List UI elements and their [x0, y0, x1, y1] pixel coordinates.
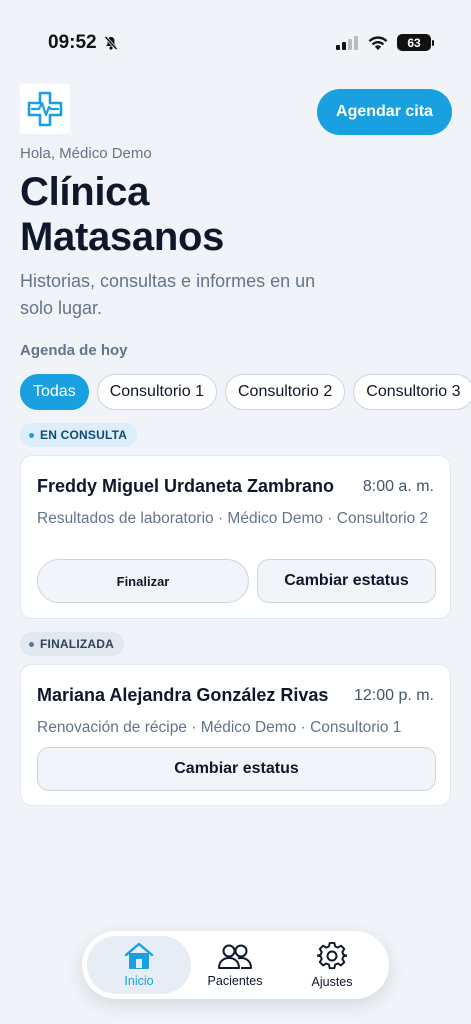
users-icon: [218, 944, 252, 969]
status-time-group: 09:52: [48, 32, 119, 54]
appointment-time: 8:00 a. m.: [362, 478, 434, 495]
appointment-card[interactable]: Freddy Miguel Urdaneta Zambrano 8:00 a. …: [20, 455, 451, 619]
nav-item-ajustes[interactable]: Ajustes: [280, 936, 384, 994]
nav-item-pacientes[interactable]: Pacientes: [183, 936, 287, 994]
change-status-button[interactable]: Cambiar estatus: [257, 559, 436, 603]
nav-item-inicio[interactable]: Inicio: [87, 936, 191, 994]
status-indicators: 63: [335, 34, 434, 51]
gear-icon: [317, 941, 347, 970]
status-bar: 09:52 63: [0, 30, 471, 58]
nav-label: Pacientes: [207, 974, 263, 988]
filter-chip-consultorio-3[interactable]: Consultorio 3: [353, 374, 471, 410]
appointment-time: 12:00 p. m.: [353, 687, 434, 704]
page-subtitle: Historias, consultas e informes en un so…: [20, 271, 316, 318]
bottom-nav: Inicio Pacientes Ajustes: [82, 931, 389, 999]
home-icon: [124, 942, 154, 969]
appointment-detail: Resultados de laboratorio · Médico Demo …: [37, 510, 429, 527]
patient-name: Mariana Alejandra González Rivas: [37, 685, 329, 705]
clinic-logo: [20, 84, 70, 134]
patient-name: Freddy Miguel Urdaneta Zambrano: [37, 476, 335, 496]
appointment-detail: Renovación de récipe · Médico Demo · Con…: [37, 719, 402, 736]
status-badge-label: FINALIZADA: [40, 637, 114, 651]
status-dot: [29, 432, 34, 438]
battery-icon: 63: [397, 34, 434, 51]
bell-muted-icon: [104, 35, 118, 51]
change-status-button[interactable]: Cambiar estatus: [37, 747, 436, 791]
page-title: Clínica Matasanos: [20, 170, 225, 259]
signal-icon: [336, 35, 358, 50]
nav-label: Ajustes: [311, 975, 353, 989]
status-time: 09:52: [48, 32, 97, 53]
medical-cross-heartbeat-icon: [27, 91, 63, 127]
status-badge-en-consulta: EN CONSULTA: [20, 423, 138, 447]
filter-chip-consultorio-2[interactable]: Consultorio 2: [224, 374, 346, 410]
status-dot: [29, 641, 34, 647]
filter-chip-consultorio-1[interactable]: Consultorio 1: [96, 374, 217, 410]
appointment-card[interactable]: Mariana Alejandra González Rivas 12:00 p…: [20, 664, 451, 806]
greeting-text: Hola, Médico Demo: [20, 145, 152, 162]
battery-level: 63: [407, 35, 421, 50]
agenda-label: Agenda de hoy: [20, 342, 128, 359]
filter-chips: Todas Consultorio 1 Consultorio 2 Consul…: [20, 374, 471, 410]
finish-button[interactable]: Finalizar: [37, 559, 249, 603]
wifi-icon: [368, 35, 388, 50]
nav-label: Inicio: [124, 974, 154, 988]
filter-chip-todas[interactable]: Todas: [20, 374, 89, 410]
schedule-appointment-button[interactable]: Agendar cita: [317, 89, 452, 135]
status-badge-finalizada: FINALIZADA: [20, 632, 124, 656]
status-badge-label: EN CONSULTA: [40, 428, 128, 442]
